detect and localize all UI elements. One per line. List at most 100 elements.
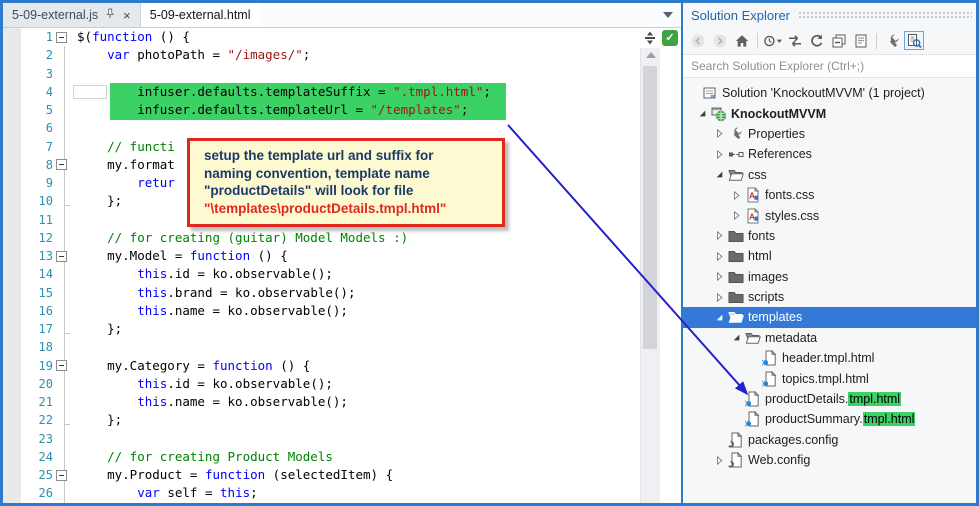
collapse-region-icon[interactable] — [56, 360, 67, 371]
home-icon[interactable] — [732, 31, 752, 50]
tmpl-file-icon — [761, 371, 778, 387]
code-line[interactable]: 26 var self = this; — [3, 484, 681, 502]
tree-item-label: fonts — [748, 229, 775, 243]
expander-expanded-icon[interactable] — [711, 309, 727, 325]
code-line[interactable]: 18 — [3, 338, 681, 356]
tree-item-properties[interactable]: Properties — [683, 124, 976, 144]
expander-expanded-icon[interactable] — [694, 106, 710, 122]
tree-item-references[interactable]: References — [683, 144, 976, 164]
search-input[interactable] — [683, 58, 964, 74]
tree-item-productsummary[interactable]: productSummary.tmpl.html — [683, 409, 976, 429]
code-line[interactable]: 4 infuser.defaults.templateSuffix = ".tm… — [3, 83, 681, 101]
tree-item-css[interactable]: css — [683, 165, 976, 185]
tree-item-metadata[interactable]: metadata — [683, 328, 976, 348]
expander-collapsed-icon[interactable] — [711, 146, 727, 162]
svg-text:A: A — [749, 191, 755, 201]
tab-5-09-external-js[interactable]: 5-09-external.js × — [3, 3, 141, 27]
code-line[interactable]: 13 my.Model = function () { — [3, 247, 681, 265]
tab-list-dropdown-icon[interactable] — [663, 12, 673, 18]
tree-item-web-config[interactable]: Web.config — [683, 450, 976, 470]
expander-collapsed-icon[interactable] — [728, 187, 744, 203]
fold-margin — [53, 320, 71, 338]
tree-item-templates[interactable]: templates — [683, 307, 976, 327]
fold-margin — [53, 247, 71, 265]
expander-collapsed-icon[interactable] — [728, 208, 744, 224]
line-number: 11 — [3, 211, 53, 229]
tree-item-label: fonts.css — [765, 188, 814, 202]
tree-item-productdetails[interactable]: productDetails.tmpl.html — [683, 389, 976, 409]
pending-scope-icon[interactable] — [763, 31, 783, 50]
tree-item-html[interactable]: html — [683, 246, 976, 266]
code-line[interactable]: 21 this.name = ko.observable(); — [3, 393, 681, 411]
fold-margin — [53, 430, 71, 448]
sync-active-document-icon[interactable] — [785, 31, 805, 50]
tree-item-header-tmpl-html[interactable]: header.tmpl.html — [683, 348, 976, 368]
document-tab-bar: 5-09-external.js × 5-09-external.html — [3, 3, 681, 28]
expander-collapsed-icon[interactable] — [711, 452, 727, 468]
code-line[interactable]: 24 // for creating Product Models — [3, 448, 681, 466]
properties-pages-icon[interactable] — [851, 31, 871, 50]
code-line[interactable]: 6 — [3, 119, 681, 137]
code-line[interactable]: 16 this.name = ko.observable(); — [3, 302, 681, 320]
expander-expanded-icon[interactable] — [728, 330, 744, 346]
tree-item-fonts-css[interactable]: Afonts.css — [683, 185, 976, 205]
code-line[interactable]: 2 var photoPath = "/images/"; — [3, 46, 681, 64]
tree-item-label: metadata — [765, 331, 817, 345]
search-box[interactable] — [683, 54, 976, 78]
tree-item-knockoutmvvm[interactable]: KnockoutMVVM — [683, 103, 976, 123]
expander-collapsed-icon[interactable] — [711, 228, 727, 244]
code-line[interactable]: 25 my.Product = function (selectedItem) … — [3, 466, 681, 484]
code-line[interactable]: 20 this.id = ko.observable(); — [3, 375, 681, 393]
back-icon[interactable] — [688, 31, 708, 50]
code-line[interactable]: 17 }; — [3, 320, 681, 338]
expander-slot — [685, 85, 701, 101]
code-text — [71, 65, 77, 83]
code-line[interactable]: 1$(function () { — [3, 28, 681, 46]
code-line[interactable]: 14 this.id = ko.observable(); — [3, 265, 681, 283]
expander-collapsed-icon[interactable] — [711, 248, 727, 264]
code-text: var photoPath = "/images/"; — [71, 46, 310, 64]
tree-item-packages-config[interactable]: packages.config — [683, 430, 976, 450]
tree-item-images[interactable]: images — [683, 267, 976, 287]
collapse-all-icon[interactable] — [829, 31, 849, 50]
tree-item-fonts[interactable]: fonts — [683, 226, 976, 246]
expander-expanded-icon[interactable] — [711, 167, 727, 183]
code-line[interactable]: 23 — [3, 430, 681, 448]
pin-icon[interactable] — [104, 7, 117, 23]
tree-item-topics-tmpl-html[interactable]: topics.tmpl.html — [683, 368, 976, 388]
fold-margin — [53, 28, 71, 46]
tree-item-label: header.tmpl.html — [782, 351, 874, 365]
wrench-icon[interactable] — [882, 31, 902, 50]
code-editor[interactable]: 1$(function () {2 var photoPath = "/imag… — [3, 28, 681, 503]
tree-item-scripts[interactable]: scripts — [683, 287, 976, 307]
code-line[interactable]: 3 — [3, 65, 681, 83]
expander-collapsed-icon[interactable] — [711, 289, 727, 305]
svg-text:A: A — [749, 211, 755, 221]
tree-item-solution-knockoutmvvm-1-project[interactable]: Solution 'KnockoutMVVM' (1 project) — [683, 83, 976, 103]
expander-collapsed-icon[interactable] — [711, 269, 727, 285]
tab-5-09-external-html[interactable]: 5-09-external.html — [141, 3, 260, 27]
fold-margin — [53, 284, 71, 302]
collapse-region-icon[interactable] — [56, 159, 67, 170]
config-file-icon — [727, 452, 744, 468]
line-number: 7 — [3, 138, 53, 156]
close-icon[interactable]: × — [123, 9, 131, 22]
forward-icon[interactable] — [710, 31, 730, 50]
code-line[interactable]: 5 infuser.defaults.templateUrl = "/templ… — [3, 101, 681, 119]
tree-item-styles-css[interactable]: Astyles.css — [683, 205, 976, 225]
expander-collapsed-icon[interactable] — [711, 126, 727, 142]
preview-selected-icon[interactable] — [904, 31, 924, 50]
solution-explorer-title-bar[interactable]: Solution Explorer — [683, 3, 976, 27]
code-line[interactable]: 15 this.brand = ko.observable(); — [3, 284, 681, 302]
tree-item-label: topics.tmpl.html — [782, 372, 869, 386]
wrench-icon — [727, 126, 744, 142]
collapse-region-icon[interactable] — [56, 251, 67, 262]
code-line[interactable]: 19 my.Category = function () { — [3, 357, 681, 375]
code-line[interactable]: 22 }; — [3, 411, 681, 429]
collapse-region-icon[interactable] — [56, 32, 67, 43]
refresh-icon[interactable] — [807, 31, 827, 50]
collapse-region-icon[interactable] — [56, 470, 67, 481]
folder-icon — [727, 248, 744, 264]
line-number: 8 — [3, 156, 53, 174]
code-line[interactable]: 12 // for creating (guitar) Model Models… — [3, 229, 681, 247]
